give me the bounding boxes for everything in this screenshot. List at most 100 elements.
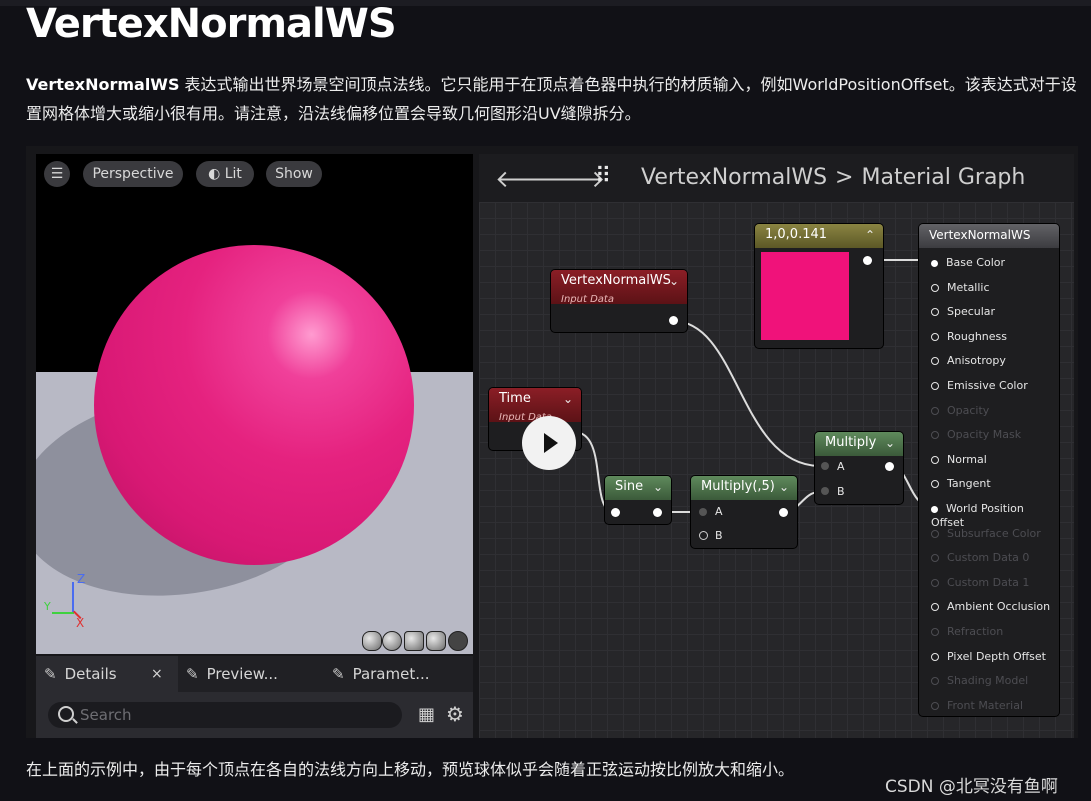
watermark: CSDN @北冥没有鱼啊 xyxy=(885,777,1058,797)
attribute-label: Tangent xyxy=(947,477,991,491)
multiply-output-pin[interactable] xyxy=(885,462,894,471)
attribute-pin[interactable] xyxy=(931,677,939,686)
search-icon xyxy=(58,706,74,722)
material-attribute-tangent[interactable]: Tangent xyxy=(931,477,991,491)
material-attribute-metallic[interactable]: Metallic xyxy=(931,281,990,295)
material-attribute-refraction[interactable]: Refraction xyxy=(931,625,1003,639)
play-video-button[interactable] xyxy=(522,416,576,470)
close-icon[interactable]: × xyxy=(151,656,163,692)
material-attribute-world-position-offset[interactable]: World Position Offset xyxy=(931,502,1059,529)
multiply-node-title: Multiply xyxy=(825,435,877,450)
material-attribute-opacity[interactable]: Opacity xyxy=(931,404,989,418)
attribute-pin[interactable] xyxy=(931,480,939,489)
time-node-title: Time xyxy=(499,391,531,406)
attribute-pin[interactable] xyxy=(931,382,939,390)
sine-input-pin[interactable] xyxy=(611,508,620,517)
sine-output-pin[interactable] xyxy=(653,508,662,517)
material-attribute-emissive-color[interactable]: Emissive Color xyxy=(931,379,1028,393)
pencil-icon: ✎ xyxy=(186,665,199,683)
material-attribute-shading-model[interactable]: Shading Model xyxy=(931,674,1028,688)
plane-shape-icon[interactable] xyxy=(404,631,424,651)
material-attribute-roughness[interactable]: Roughness xyxy=(931,330,1007,344)
sine-node[interactable]: Sine ⌄ xyxy=(605,476,671,524)
intro-paragraph: VertexNormalWS 表达式输出世界场景空间顶点法线。它只能用于在顶点着… xyxy=(26,70,1081,128)
multiply-node[interactable]: Multiply ⌄ A B xyxy=(815,432,903,504)
attribute-pin[interactable] xyxy=(931,529,939,538)
viewport-menu-button[interactable]: ☰ xyxy=(44,161,70,187)
color-output-pin[interactable] xyxy=(863,256,872,265)
gear-icon[interactable]: ⚙ xyxy=(446,702,464,726)
chevron-down-icon[interactable]: ⌄ xyxy=(563,388,573,410)
material-attribute-normal[interactable]: Normal xyxy=(931,453,987,467)
material-attribute-opacity-mask[interactable]: Opacity Mask xyxy=(931,428,1021,442)
multiply5-node[interactable]: Multiply(,5) ⌄ A B xyxy=(691,476,797,548)
tab-details-label: Details xyxy=(64,665,117,683)
attribute-pin[interactable] xyxy=(931,260,938,267)
attribute-label: Roughness xyxy=(947,329,1008,343)
teapot-shape-icon[interactable] xyxy=(448,631,468,651)
details-panel: Search ▦ ⚙ xyxy=(36,692,473,738)
chevron-down-icon[interactable]: ⌄ xyxy=(669,270,679,292)
vertexnormalws-node[interactable]: VertexNormalWS ⌄ Input Data xyxy=(551,270,687,332)
attribute-pin[interactable] xyxy=(931,701,939,710)
material-attribute-subsurface-color[interactable]: Subsurface Color xyxy=(931,527,1041,541)
material-result-node[interactable]: VertexNormalWS Base Color Metallic Specula… xyxy=(919,224,1059,716)
attribute-label: Normal xyxy=(947,452,987,466)
material-attribute-ambient-occlusion[interactable]: Ambient Occlusion xyxy=(931,600,1050,614)
attribute-pin[interactable] xyxy=(931,431,939,440)
vertexnormalws-output-pin[interactable] xyxy=(669,316,678,325)
tab-preview[interactable]: ✎ Preview... xyxy=(186,656,278,692)
chevron-down-icon[interactable]: ⌄ xyxy=(779,476,789,498)
attribute-pin[interactable] xyxy=(931,308,939,317)
chevron-down-icon[interactable]: ⌄ xyxy=(885,432,895,454)
grid-icon[interactable]: ▦ xyxy=(418,704,435,725)
multiply-pin-b[interactable] xyxy=(821,487,829,495)
multiply5-output-pin[interactable] xyxy=(779,508,788,517)
multiply-pin-a[interactable] xyxy=(821,462,829,470)
attribute-pin[interactable] xyxy=(931,506,938,513)
chevron-up-icon[interactable]: ⌃ xyxy=(865,224,875,246)
sphere-shape-icon[interactable] xyxy=(382,631,402,651)
attribute-pin[interactable] xyxy=(931,628,939,636)
multiply5-pin-b[interactable] xyxy=(699,531,708,540)
editor-screenshot: ☰ Perspective ◐ Lit Show Z Y X ✎ Details ×… xyxy=(26,146,1078,738)
multiply5-pin-a[interactable] xyxy=(699,508,707,516)
attribute-label: Opacity Mask xyxy=(947,428,1022,442)
material-attribute-custom-data-0[interactable]: Custom Data 0 xyxy=(931,551,1029,565)
preview-viewport[interactable]: ☰ Perspective ◐ Lit Show Z Y X xyxy=(36,154,473,654)
cylinder-shape-icon[interactable] xyxy=(362,631,382,651)
show-button[interactable]: Show xyxy=(266,161,322,187)
attribute-pin[interactable] xyxy=(931,357,939,366)
attribute-label: Specular xyxy=(947,305,996,319)
hamburger-icon: ☰ xyxy=(50,166,64,182)
material-attribute-anisotropy[interactable]: Anisotropy xyxy=(931,354,1006,368)
attribute-pin[interactable] xyxy=(931,455,939,464)
attribute-pin[interactable] xyxy=(931,603,939,612)
attribute-pin[interactable] xyxy=(931,332,939,341)
attribute-label: World Position Offset xyxy=(931,502,1024,529)
tab-details[interactable]: ✎ Details × xyxy=(36,656,178,692)
attribute-pin[interactable] xyxy=(931,406,939,415)
attribute-label: Custom Data 0 xyxy=(947,551,1030,565)
tab-parameters[interactable]: ✎ Paramet... xyxy=(332,656,430,692)
color-constant-node[interactable]: 1,0,0.141 ⌃ xyxy=(755,224,883,348)
attribute-label: Metallic xyxy=(947,280,990,294)
material-attribute-base-color[interactable]: Base Color xyxy=(931,256,1005,270)
tab-preview-label: Preview... xyxy=(206,665,278,683)
attribute-pin[interactable] xyxy=(931,554,939,563)
time-node-header: Time ⌄ Input Data xyxy=(489,388,581,423)
material-attribute-front-material[interactable]: Front Material xyxy=(931,699,1023,713)
attribute-label: Front Material xyxy=(947,698,1024,712)
perspective-button[interactable]: Perspective xyxy=(83,161,183,187)
attribute-pin[interactable] xyxy=(931,652,939,661)
material-attribute-specular[interactable]: Specular xyxy=(931,305,995,319)
axis-z-line xyxy=(72,582,74,614)
attribute-pin[interactable] xyxy=(931,578,939,587)
lit-button[interactable]: ◐ Lit xyxy=(196,161,254,187)
material-attribute-pixel-depth-offset[interactable]: Pixel Depth Offset xyxy=(931,650,1046,664)
search-input[interactable]: Search xyxy=(48,702,402,728)
chevron-down-icon[interactable]: ⌄ xyxy=(653,476,663,498)
material-attribute-custom-data-1[interactable]: Custom Data 1 xyxy=(931,576,1029,590)
cube-shape-icon[interactable] xyxy=(426,631,446,651)
attribute-pin[interactable] xyxy=(931,283,939,292)
